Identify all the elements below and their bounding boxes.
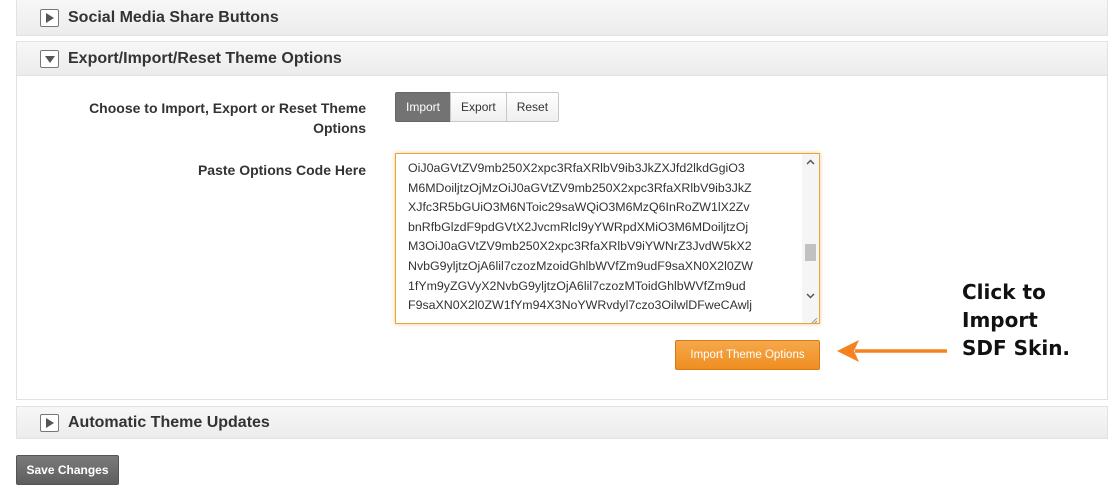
code-line: M6MDoiljtzOjMzOiJ0aGVtZV9mb250X2xpc3RfaX…: [408, 180, 752, 195]
triangle-down-icon[interactable]: [40, 49, 59, 68]
panel-header-social[interactable]: Social Media Share Buttons: [17, 0, 1107, 35]
choose-option-label-wrap: Choose to Import, Export or Reset Theme …: [57, 98, 366, 138]
panel-automatic-theme-updates: Automatic Theme Updates: [16, 406, 1108, 439]
panel-social-media-share-buttons: Social Media Share Buttons: [16, 0, 1108, 36]
choose-option-label-line1: Choose to Import, Export or Reset Theme: [89, 100, 366, 116]
scroll-up-icon[interactable]: [805, 157, 816, 167]
code-line: 1fYm9yZGVyX2NvbG9yljtzOjA6lil7czozMToidG…: [408, 278, 746, 293]
paste-code-label-wrap: Paste Options Code Here: [57, 160, 366, 180]
panel-header-export[interactable]: Export/Import/Reset Theme Options: [17, 42, 1107, 76]
scroll-thumb[interactable]: [805, 244, 816, 261]
import-theme-options-button[interactable]: Import Theme Options: [675, 340, 820, 370]
import-export-reset-toggle: Import Export Reset: [395, 92, 560, 122]
choose-option-label: Choose to Import, Export or Reset Theme …: [89, 98, 366, 138]
triangle-right-icon[interactable]: [40, 8, 59, 27]
annotation-line1: Click to: [962, 280, 1046, 304]
annotation-line3: SDF Skin.: [962, 336, 1071, 360]
reset-segment-button[interactable]: Reset: [505, 92, 560, 122]
choose-option-label-line2: Options: [313, 120, 366, 136]
panel-header-updates[interactable]: Automatic Theme Updates: [17, 407, 1107, 438]
code-line: F9saXN0X2l0ZW1fYm94X3NoYWRvdyl7czo3Oilwl…: [408, 298, 753, 313]
panel-title: Social Media Share Buttons: [68, 8, 279, 26]
export-segment-button[interactable]: Export: [450, 92, 507, 122]
scroll-down-icon[interactable]: [805, 291, 816, 301]
panel-title: Export/Import/Reset Theme Options: [68, 49, 342, 67]
code-line: M3OiJ0aGVtZV9mb250X2xpc3RfaXRlbV9iYWNrZ3…: [408, 239, 752, 254]
triangle-right-icon[interactable]: [40, 413, 59, 432]
paste-code-label: Paste Options Code Here: [197, 162, 366, 178]
options-code-textarea[interactable]: OiJ0aGVtZV9mb250X2xpc3RfaXRlbV9ib3JkZXJf…: [395, 153, 820, 324]
textarea-scrollbar[interactable]: [802, 154, 819, 323]
code-line: XJfc3R5bGUiO3M6NToic29saWQiO3M6MzQ6InRoZ…: [408, 200, 750, 215]
code-line: NvbG9yljtzOjA6lil7czozMzoidGhlbWVfZm9udF…: [408, 258, 753, 273]
panel-title: Automatic Theme Updates: [68, 413, 270, 431]
annotation-line2: Import: [962, 308, 1038, 332]
resize-grip-icon[interactable]: [808, 312, 818, 323]
annotation-text: Click to Import SDF Skin.: [962, 278, 1070, 362]
save-changes-button[interactable]: Save Changes: [16, 455, 119, 485]
options-code-text[interactable]: OiJ0aGVtZV9mb250X2xpc3RfaXRlbV9ib3JkZXJf…: [408, 159, 806, 319]
code-line: OiJ0aGVtZV9mb250X2xpc3RfaXRlbV9ib3JkZXJf…: [408, 161, 745, 175]
import-segment-button[interactable]: Import: [395, 92, 452, 122]
code-line: bnRfbGlzdF9pdGVtX2JvcmRlcl9yYWRpdXMiO3M6…: [408, 219, 749, 234]
arrow-left-icon: [837, 340, 947, 362]
